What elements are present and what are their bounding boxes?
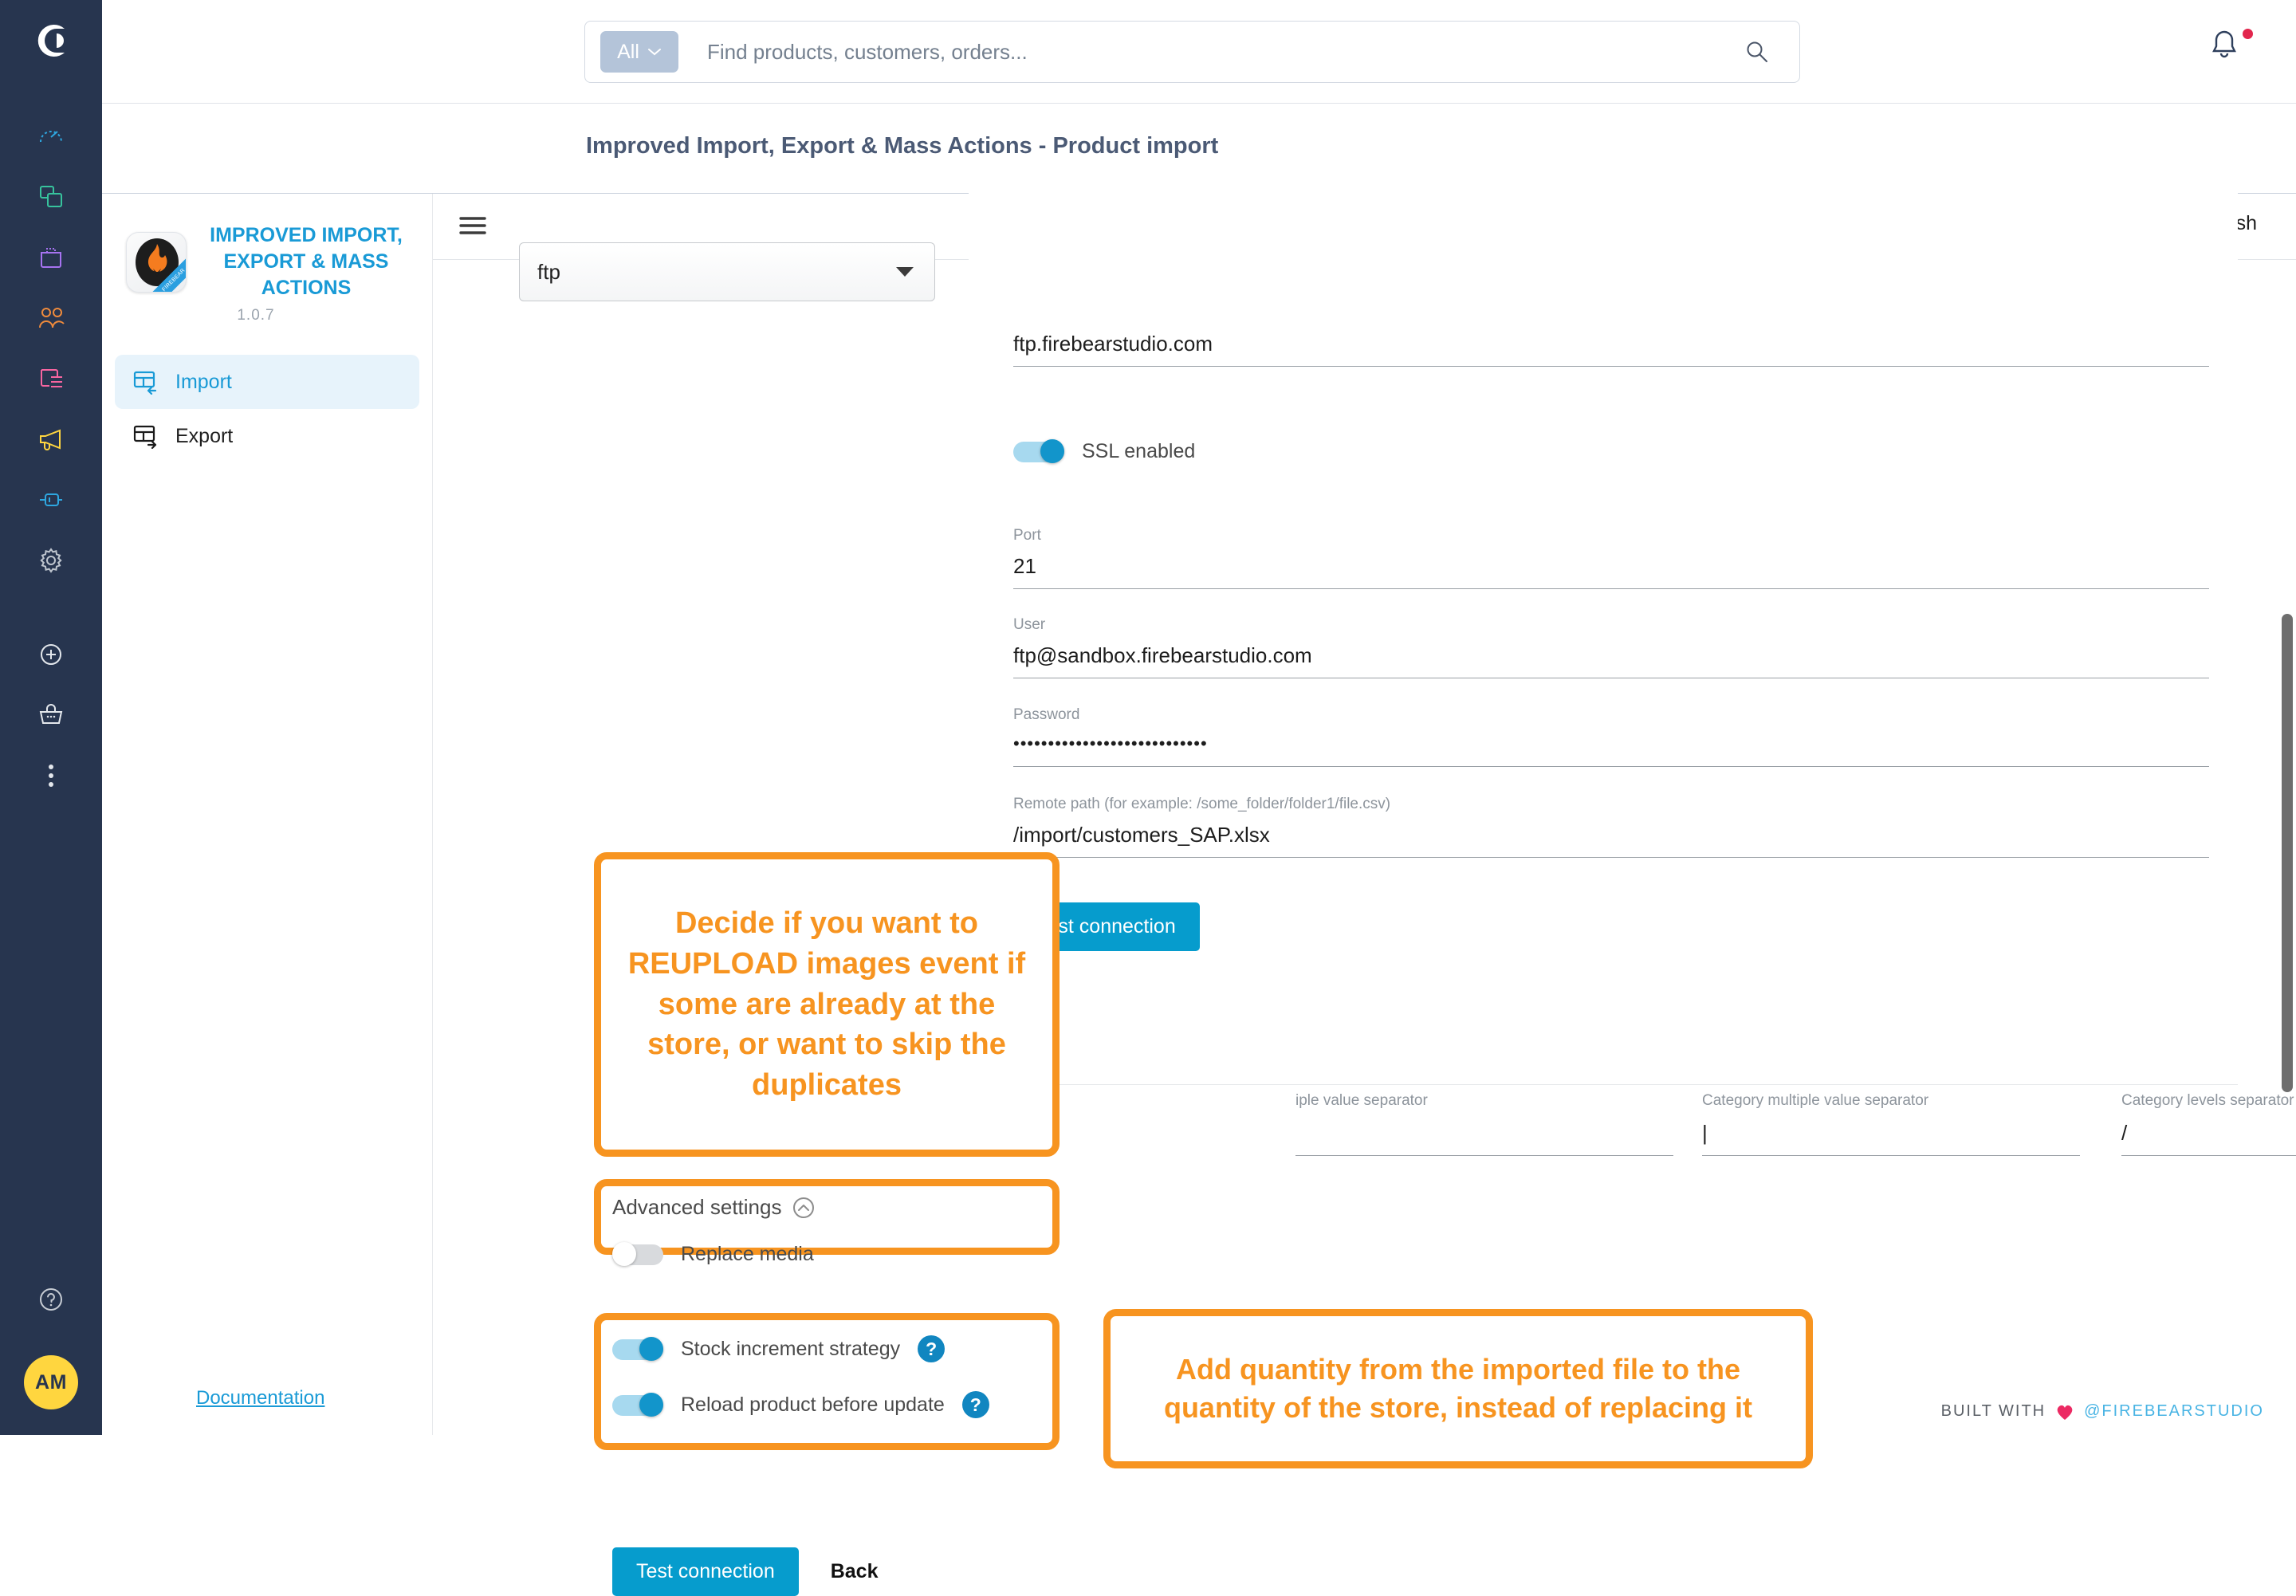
sidebar-item-label: Export xyxy=(175,424,234,447)
sidebar-item-customers[interactable] xyxy=(0,288,102,348)
port-field[interactable]: Port 21 xyxy=(1013,527,2209,589)
reload-product-label: Reload product before update xyxy=(681,1393,945,1416)
notifications-button[interactable] xyxy=(2207,27,2255,75)
global-search[interactable]: All xyxy=(584,21,1800,83)
footer-test-connection-button[interactable]: Test connection xyxy=(612,1547,799,1596)
sidebar-item-catalogues[interactable] xyxy=(0,167,102,227)
ssl-toggle-row[interactable]: SSL enabled xyxy=(1013,439,2209,463)
shopware-logo-icon[interactable] xyxy=(33,22,69,63)
category-levels-separator-field[interactable]: Category levels separator / xyxy=(2121,1092,2296,1156)
user-label: User xyxy=(1013,616,1046,633)
caret-down-icon xyxy=(896,267,914,277)
module-name: IMPROVED IMPORT, EXPORT & MASS ACTIONS xyxy=(210,224,403,299)
hamburger-icon[interactable] xyxy=(459,214,486,241)
footer-actions: Test connection Back xyxy=(612,1547,878,1596)
module-version: 1.0.7 xyxy=(237,307,275,324)
app-rail: AM xyxy=(0,0,102,1435)
port-label: Port xyxy=(1013,527,1041,544)
category-multiple-value-separator-field[interactable]: Category multiple value separator | xyxy=(1702,1092,2080,1156)
advanced-settings-title[interactable]: Advanced settings xyxy=(612,1195,1043,1220)
notification-badge xyxy=(2241,27,2255,41)
built-with-credit: BUILT WITH @FIREBEARSTUDIO xyxy=(1941,1402,2264,1421)
remote-path-label: Remote path (for example: /some_folder/f… xyxy=(1013,796,1391,812)
heart-icon xyxy=(2057,1405,2073,1420)
replace-media-label: Replace media xyxy=(681,1242,814,1265)
page-title: Improved Import, Export & Mass Actions -… xyxy=(586,133,1219,159)
question-badge-icon[interactable]: ? xyxy=(918,1335,946,1362)
port-value: 21 xyxy=(1013,554,2209,589)
user-field[interactable]: User ftp@sandbox.firebearstudio.com xyxy=(1013,616,2209,678)
sidebar-item-settings[interactable] xyxy=(0,530,102,591)
body-area: FIREBEAR IMPROVED IMPORT, EXPORT & MASS … xyxy=(102,188,2296,1596)
password-field[interactable]: Password •••••••••••••••••••••••••••• xyxy=(1013,706,2209,767)
advanced-settings-label: Advanced settings xyxy=(612,1195,782,1219)
multiple-value-separator-field[interactable]: iple value separator xyxy=(1295,1092,1673,1156)
host-field[interactable]: ftp.firebearstudio.com xyxy=(1013,332,2209,367)
sidebar-item-orders[interactable] xyxy=(0,227,102,288)
module-nav: Import Export xyxy=(102,355,432,463)
sidebar-item-content[interactable] xyxy=(0,348,102,409)
sidebar-item-marketing[interactable] xyxy=(0,409,102,470)
multiple-value-separator-label: iple value separator xyxy=(1295,1092,1428,1109)
sidebar-item-dashboard[interactable] xyxy=(0,106,102,167)
built-with-brand: @FIREBEARSTUDIO xyxy=(2084,1402,2264,1420)
reload-product-toggle[interactable] xyxy=(612,1393,663,1417)
question-circle-icon[interactable] xyxy=(0,1276,102,1323)
callout-reupload: Decide if you want to REUPLOAD images ev… xyxy=(594,852,1060,1157)
category-multiple-value-separator-value: | xyxy=(1702,1121,2080,1156)
user-value: ftp@sandbox.firebearstudio.com xyxy=(1013,643,2209,678)
reload-product-row[interactable]: Reload product before update ? xyxy=(612,1391,1047,1418)
protocol-select[interactable]: ftp xyxy=(519,242,935,301)
sidebar-item-export[interactable]: Export xyxy=(115,409,419,463)
multiple-value-separator-value xyxy=(1295,1121,1673,1156)
chevron-up-circle-icon[interactable] xyxy=(792,1197,815,1219)
table-export-icon xyxy=(133,425,157,449)
remote-path-value: /import/customers_SAP.xlsx xyxy=(1013,823,2209,858)
topbar: All xyxy=(102,0,2296,104)
host-value: ftp.firebearstudio.com xyxy=(1013,332,2209,367)
category-levels-separator-value: / xyxy=(2121,1121,2296,1156)
replace-media-row[interactable]: Replace media xyxy=(612,1242,1043,1266)
sidebar-item-extensions[interactable] xyxy=(0,470,102,530)
ssl-toggle-label: SSL enabled xyxy=(1082,439,1196,462)
module-sidebar: FIREBEAR IMPROVED IMPORT, EXPORT & MASS … xyxy=(102,194,432,1435)
window-scrollbar[interactable] xyxy=(2282,614,2293,1092)
page-title-bar: Improved Import, Export & Mass Actions -… xyxy=(102,104,2296,194)
stock-settings-block: Stock increment strategy ? Reload produc… xyxy=(612,1335,1047,1418)
ssl-toggle[interactable] xyxy=(1013,439,1064,463)
documentation-link[interactable]: Documentation xyxy=(196,1387,324,1409)
back-button[interactable]: Back xyxy=(831,1560,879,1583)
bell-icon xyxy=(2212,30,2236,58)
category-levels-separator-label: Category levels separator xyxy=(2121,1092,2294,1109)
protocol-select-value: ftp xyxy=(537,259,560,284)
built-with-prefix: BUILT WITH xyxy=(1940,1402,2046,1420)
search-scope-label: All xyxy=(617,40,639,63)
search-scope-dropdown[interactable]: All xyxy=(600,31,678,73)
firebear-flame-icon: FIREBEAR xyxy=(126,231,187,293)
sidebar-item-shop[interactable] xyxy=(0,685,102,745)
sidebar-item-label: Import xyxy=(175,370,232,393)
module-brand: FIREBEAR IMPROVED IMPORT, EXPORT & MASS … xyxy=(102,194,432,301)
table-import-icon xyxy=(133,371,157,395)
search-icon[interactable] xyxy=(1737,32,1777,72)
avatar[interactable]: AM xyxy=(24,1355,78,1409)
sidebar-item-add[interactable] xyxy=(0,624,102,685)
advanced-settings-block: Advanced settings Replace media xyxy=(612,1195,1043,1266)
password-label: Password xyxy=(1013,706,1080,723)
password-value: •••••••••••••••••••••••••••• xyxy=(1013,733,2209,767)
remote-path-field[interactable]: Remote path (for example: /some_folder/f… xyxy=(1013,796,2209,858)
connection-card: ftp.firebearstudio.com SSL enabled Port … xyxy=(969,188,2238,1085)
question-badge-icon[interactable]: ? xyxy=(961,1391,989,1418)
sidebar-item-import[interactable]: Import xyxy=(115,355,419,409)
stock-increment-row[interactable]: Stock increment strategy ? xyxy=(612,1335,1047,1362)
search-input[interactable] xyxy=(707,39,1737,65)
stock-increment-label: Stock increment strategy xyxy=(681,1337,901,1360)
replace-media-toggle[interactable] xyxy=(612,1242,663,1266)
stock-increment-toggle[interactable] xyxy=(612,1337,663,1361)
chevron-down-icon xyxy=(647,49,661,56)
category-multiple-value-separator-label: Category multiple value separator xyxy=(1702,1092,1929,1109)
sidebar-item-more[interactable] xyxy=(0,745,102,806)
callout-quantity: Add quantity from the imported file to t… xyxy=(1103,1309,1813,1468)
